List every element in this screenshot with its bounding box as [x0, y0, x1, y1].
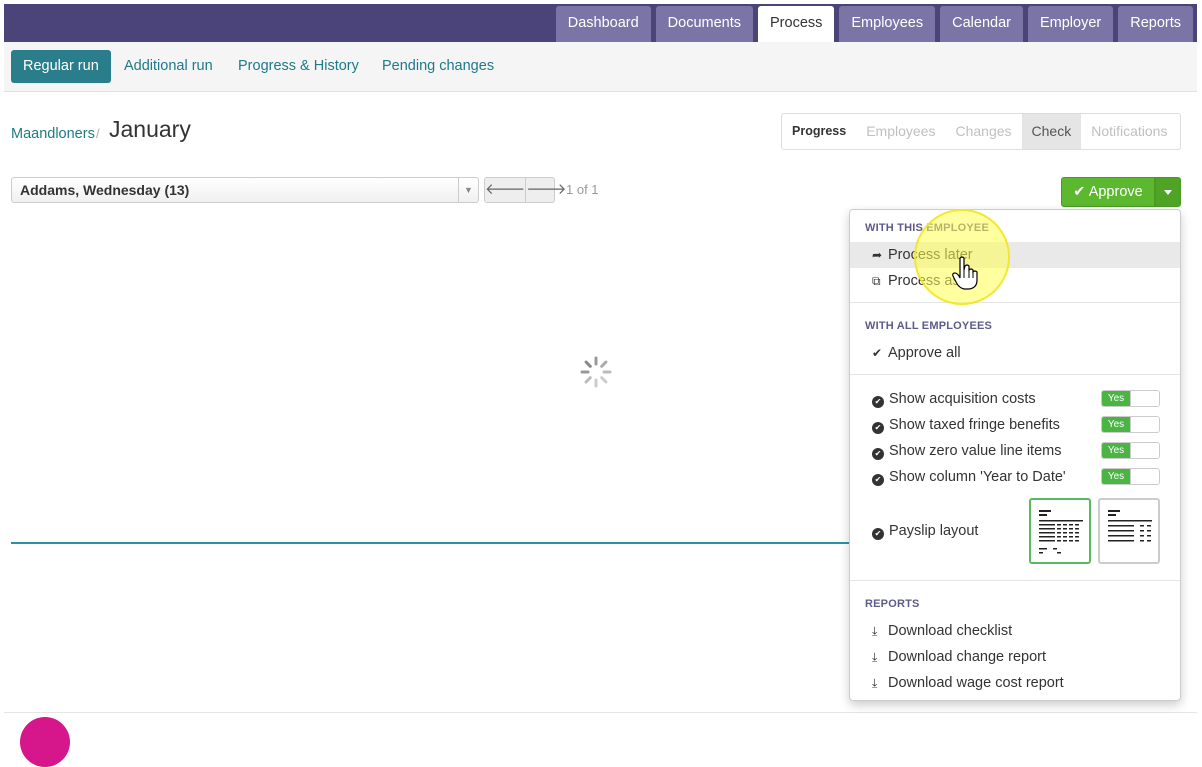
approve-all-label: Approve all: [888, 345, 961, 361]
menu-item-download-wage-cost-report[interactable]: ⤓ Download wage cost report: [850, 670, 1180, 696]
process-as-label: Process as: [888, 273, 960, 289]
pager-text: 1 of 1: [566, 182, 599, 197]
step-tab-notifications[interactable]: Notifications: [1081, 114, 1177, 149]
approve-button[interactable]: ✔ Approve: [1061, 177, 1155, 207]
layout-detailed-icon: [1039, 510, 1083, 554]
menu-item-download-checklist[interactable]: ⤓ Download checklist: [850, 618, 1180, 644]
chevron-down-icon: ▼: [458, 178, 478, 202]
tab-dashboard[interactable]: Dashboard: [555, 6, 651, 42]
arrow-right-icon: 🡒: [526, 181, 567, 198]
tab-process[interactable]: Process: [758, 6, 835, 46]
top-navigation: Dashboard Documents Process Employees Ca…: [4, 4, 1197, 46]
check-circle-icon: ✔: [872, 396, 884, 408]
employee-select-value: Addams, Wednesday (13): [20, 182, 190, 198]
tab-employer[interactable]: Employer: [1027, 6, 1114, 42]
menu-separator: [850, 580, 1180, 581]
step-tab-check[interactable]: Check: [1021, 114, 1082, 149]
option-label: Show column 'Year to Date': [889, 469, 1066, 485]
section-header-this-employee: WITH THIS EMPLOYEE: [865, 222, 989, 234]
check-circle-icon: ✔: [872, 528, 884, 540]
employee-select[interactable]: Addams, Wednesday (13) ▼: [11, 177, 479, 203]
breadcrumb-separator: /: [96, 126, 100, 141]
menu-item-approve-all[interactable]: ✔ Approve all: [850, 340, 1180, 366]
payslip-layout-compact[interactable]: [1098, 498, 1160, 564]
payslip-layout-detailed[interactable]: [1029, 498, 1091, 564]
employee-nav-buttons: 🡐 🡒: [484, 177, 566, 203]
toggle-state: Yes: [1102, 417, 1130, 432]
check-icon: ✔: [872, 346, 883, 360]
arrow-left-icon: 🡐: [485, 181, 526, 198]
report-label: Download change report: [888, 649, 1046, 665]
subnav-regular-run[interactable]: Regular run: [11, 50, 111, 83]
menu-item-process-later[interactable]: ➦ Process later: [850, 242, 1180, 268]
toggle-state: Yes: [1102, 469, 1130, 484]
toggle-acquisition-costs[interactable]: Yes: [1101, 390, 1160, 407]
previous-employee-button[interactable]: 🡐: [485, 178, 525, 202]
toggle-knob: [1130, 391, 1159, 406]
toggle-taxed-fringe-benefits[interactable]: Yes: [1101, 416, 1160, 433]
menu-item-download-change-report[interactable]: ⤓ Download change report: [850, 644, 1180, 670]
main-tabs: Dashboard Documents Process Employees Ca…: [555, 6, 1193, 46]
download-icon: ⤓: [872, 676, 878, 690]
tab-reports[interactable]: Reports: [1118, 6, 1193, 42]
menu-item-process-as[interactable]: ⧉ Process as: [850, 268, 1180, 294]
section-header-reports: REPORTS: [865, 598, 920, 610]
page-title: January: [109, 116, 191, 142]
help-chat-icon[interactable]: [20, 717, 70, 767]
toggle-column-ytd[interactable]: Yes: [1101, 468, 1160, 485]
process-later-label: Process later: [888, 247, 973, 263]
tab-documents[interactable]: Documents: [655, 6, 753, 42]
breadcrumb-parent-link[interactable]: Maandloners: [11, 126, 95, 142]
subnav-additional-run[interactable]: Additional run: [112, 50, 225, 83]
menu-separator: [850, 302, 1180, 303]
footer-divider: [4, 712, 1197, 713]
option-label: Show taxed fringe benefits: [889, 417, 1060, 433]
share-arrow-icon: ➦: [872, 248, 883, 262]
option-label: Show zero value line items: [889, 443, 1062, 459]
report-label: Download wage cost report: [888, 675, 1064, 691]
toggle-state: Yes: [1102, 391, 1130, 406]
tab-calendar[interactable]: Calendar: [940, 6, 1023, 42]
download-icon: ⤓: [872, 650, 878, 664]
loading-spinner-icon: [580, 356, 612, 388]
toggle-knob: [1130, 469, 1159, 484]
menu-separator: [850, 374, 1180, 375]
section-header-all-employees: WITH ALL EMPLOYEES: [865, 320, 993, 332]
toggle-knob: [1130, 417, 1159, 432]
approve-dropdown-menu: WITH THIS EMPLOYEE ➦ Process later ⧉ Proce…: [849, 209, 1181, 701]
option-label: Payslip layout: [889, 523, 979, 539]
approve-dropdown-toggle[interactable]: [1155, 177, 1181, 207]
step-tab-employees[interactable]: Employees: [856, 114, 945, 149]
step-tabs: Progress Employees Changes Check Notific…: [781, 113, 1181, 150]
check-icon: ✔: [1073, 184, 1086, 200]
toggle-knob: [1130, 443, 1159, 458]
content-divider: [11, 542, 851, 544]
step-tab-progress[interactable]: Progress: [782, 114, 856, 149]
check-circle-icon: ✔: [872, 422, 884, 434]
toggle-state: Yes: [1102, 443, 1130, 458]
tab-employees[interactable]: Employees: [839, 6, 936, 42]
step-tab-changes[interactable]: Changes: [945, 114, 1021, 149]
check-circle-icon: ✔: [872, 474, 884, 486]
check-circle-icon: ✔: [872, 448, 884, 460]
toggle-zero-value-line-items[interactable]: Yes: [1101, 442, 1160, 459]
report-label: Download checklist: [888, 623, 1013, 639]
option-label: Show acquisition costs: [889, 391, 1036, 407]
subnav-progress-history[interactable]: Progress & History: [226, 50, 371, 83]
subnav-pending-changes[interactable]: Pending changes: [370, 50, 506, 83]
layout-compact-icon: [1108, 510, 1152, 542]
next-employee-button[interactable]: 🡒: [525, 178, 566, 202]
approve-label: Approve: [1088, 184, 1143, 200]
external-link-icon: ⧉: [872, 274, 881, 288]
download-icon: ⤓: [872, 624, 878, 638]
sub-navigation: Regular run Additional run Progress & Hi…: [4, 42, 1197, 92]
